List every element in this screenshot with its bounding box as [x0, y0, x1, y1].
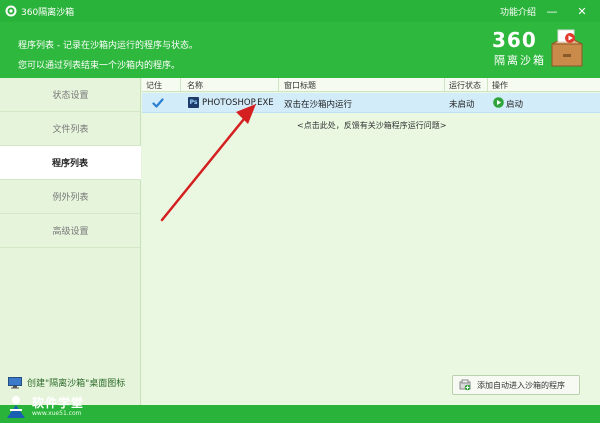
sandbox-box-icon — [551, 29, 583, 67]
brand-logo: 360 隔离沙箱 — [490, 28, 590, 74]
program-name: PHOTOSHOP.EXE — [202, 98, 274, 108]
create-desktop-shortcut-link[interactable]: 创建"隔离沙箱"桌面图标 — [8, 376, 125, 389]
add-auto-sandbox-program-label: 添加自动进入沙箱的程序 — [477, 380, 565, 390]
brand-name: 隔离沙箱 — [494, 54, 546, 67]
column-header-status[interactable]: 运行状态 — [449, 80, 481, 91]
program-table: 记住 名称 窗口标题 运行状态 操作 Ps PHOTOSHOP.EXE 双击在沙… — [142, 78, 600, 405]
site-logo-name: 软件学堂 — [32, 396, 85, 410]
column-header-action[interactable]: 操作 — [492, 80, 508, 91]
sidebar: 状态设置 文件列表 程序列表 例外列表 高级设置 创建"隔离沙箱"桌面图标 — [0, 78, 141, 405]
header-hint: 您可以通过列表结束一个沙箱内的程序。 — [18, 61, 181, 71]
feature-intro-menu[interactable]: 功能介绍 — [500, 5, 536, 18]
feedback-link[interactable]: <点击此处，反馈有关沙箱程序运行问题> — [297, 120, 446, 131]
column-header-remember[interactable]: 记住 — [146, 80, 162, 91]
window-title: 360隔离沙箱 — [21, 7, 75, 18]
run-status: 未启动 — [449, 100, 475, 110]
sidebar-item-status-settings[interactable]: 状态设置 — [0, 78, 141, 112]
sidebar-item-file-list[interactable]: 文件列表 — [0, 112, 141, 146]
check-icon[interactable] — [152, 97, 164, 109]
minimize-button[interactable]: — — [544, 3, 560, 19]
table-header: 记住 名称 窗口标题 运行状态 操作 — [142, 78, 600, 92]
column-header-window-title[interactable]: 窗口标题 — [284, 80, 316, 91]
play-icon[interactable] — [493, 97, 504, 108]
header-description: 程序列表 - 记录在沙箱内运行的程序与状态。 — [18, 41, 198, 51]
window-title-cell: 双击在沙箱内运行 — [284, 100, 353, 110]
photoshop-icon: Ps — [188, 97, 199, 108]
sidebar-item-exception-list[interactable]: 例外列表 — [0, 180, 141, 214]
title-bar: 360隔离沙箱 功能介绍 — ✕ — [0, 0, 600, 22]
sidebar-item-program-list[interactable]: 程序列表 — [0, 146, 141, 180]
table-row[interactable]: Ps PHOTOSHOP.EXE 双击在沙箱内运行 未启动 启动 — [142, 93, 600, 113]
site-logo: 软件学堂 www.xue51.com — [4, 392, 114, 423]
page-header: 程序列表 - 记录在沙箱内运行的程序与状态。 您可以通过列表结束一个沙箱内的程序… — [0, 22, 600, 78]
monitor-icon — [8, 376, 22, 388]
add-auto-sandbox-program-button[interactable]: 添加自动进入沙箱的程序 — [452, 375, 580, 395]
brand-number: 360 — [492, 28, 537, 52]
add-program-icon — [459, 379, 471, 391]
app-logo-icon — [5, 5, 17, 17]
sidebar-item-advanced-settings[interactable]: 高级设置 — [0, 214, 141, 248]
start-button[interactable]: 启动 — [506, 98, 523, 110]
site-logo-url: www.xue51.com — [32, 410, 82, 417]
create-desktop-shortcut-label: 创建"隔离沙箱"桌面图标 — [27, 379, 126, 389]
close-button[interactable]: ✕ — [574, 3, 590, 19]
column-header-name[interactable]: 名称 — [187, 80, 203, 91]
site-logo-icon — [7, 396, 25, 418]
